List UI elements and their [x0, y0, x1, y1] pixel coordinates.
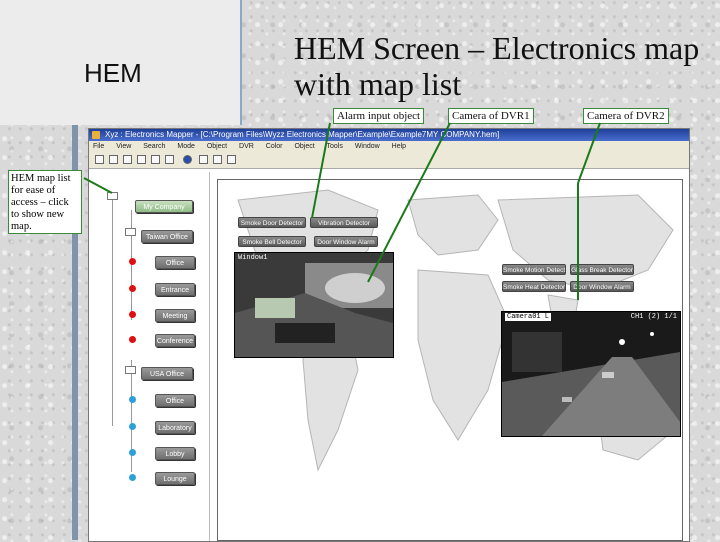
zoom-in-icon[interactable] [199, 155, 208, 164]
menu-help[interactable]: Help [392, 143, 406, 150]
tree-item-lounge[interactable]: Lounge [155, 472, 195, 485]
smoke-heat-detector-button[interactable]: Smoke Heat Detector [502, 281, 566, 292]
camera-status-icon [129, 423, 136, 430]
tree-item-meeting[interactable]: Meeting [155, 309, 195, 322]
tree-line [112, 346, 113, 426]
tree-item-lobby[interactable]: Lobby [155, 447, 195, 460]
menu-view[interactable]: View [116, 143, 131, 150]
tree-item-usa-office-office[interactable]: Office [155, 394, 195, 407]
camera-status-icon [129, 396, 136, 403]
tree-item-my-company[interactable]: My Company [135, 200, 193, 213]
print-icon[interactable] [137, 155, 146, 164]
tree-item-entrance[interactable]: Entrance [155, 283, 195, 296]
tree-item-conference[interactable]: Conference [155, 334, 195, 347]
folder-icon [125, 366, 136, 374]
menu-color[interactable]: Color [266, 143, 283, 150]
camera-dvr2-label: Camera01 L [505, 313, 552, 321]
app-icon [92, 131, 100, 139]
world-map-canvas[interactable]: Smoke Door Detector Vibration Detector S… [217, 179, 683, 541]
menu-object-2[interactable]: Object [294, 143, 314, 150]
camera-dvr1-image [235, 253, 393, 357]
alarm-status-icon [129, 285, 136, 292]
map-list-tree: My Company Taiwan Office Office Entrance… [89, 172, 210, 541]
camera-dvr2-image [502, 312, 680, 436]
window-title: Xyz : Electronics Mapper - [C:\Program F… [105, 130, 500, 139]
tree-item-taiwan-office-office[interactable]: Office [155, 256, 195, 269]
glass-break-detector-button[interactable]: Glass Break Detector [570, 264, 634, 275]
tree-item-laboratory[interactable]: Laboratory [155, 421, 195, 434]
tree-item-taiwan-office[interactable]: Taiwan Office [141, 230, 193, 243]
alarm-status-icon [129, 258, 136, 265]
camera-dvr1-label: Window1 [238, 254, 268, 262]
menu-bar: File View Search Mode Object DVR Color O… [89, 141, 689, 152]
folder-icon [107, 192, 118, 200]
camera-dvr2-view[interactable]: Camera01 L CH1 (2) 1/1 [501, 311, 681, 437]
callout-camera-dvr2: Camera of DVR2 [583, 108, 669, 124]
callout-alarm: Alarm input object [333, 108, 425, 124]
callout-map-list: HEM map list for ease of access – click … [8, 170, 82, 234]
camera-dvr1-view[interactable]: Window1 [234, 252, 394, 358]
cut-icon[interactable] [151, 155, 160, 164]
copy-icon[interactable] [165, 155, 174, 164]
app-body: My Company Taiwan Office Office Entrance… [89, 168, 689, 541]
menu-search[interactable]: Search [143, 143, 165, 150]
window-titlebar: Xyz : Electronics Mapper - [C:\Program F… [89, 129, 689, 141]
toolbar [89, 152, 689, 169]
open-icon[interactable] [109, 155, 118, 164]
smoke-motion-detector-button[interactable]: Smoke Motion Detector [502, 264, 566, 275]
camera-status-icon [129, 474, 136, 481]
menu-window[interactable]: Window [355, 143, 380, 150]
tree-item-usa-office[interactable]: USA Office [141, 367, 193, 380]
menu-dvr[interactable]: DVR [239, 143, 254, 150]
slide-title-line2: with map list [294, 66, 462, 102]
camera-dvr2-channel: CH1 (2) 1/1 [630, 313, 677, 321]
smoke-bell-detector-button[interactable]: Smoke Bell Detector [238, 236, 306, 247]
slide-title: HEM Screen – Electronics map with map li… [294, 30, 714, 102]
run-mode-icon[interactable] [183, 155, 192, 164]
door-window-alarm-button-2[interactable]: Door Window Alarm [570, 281, 634, 292]
save-icon[interactable] [123, 155, 132, 164]
vibration-detector-button[interactable]: Vibration Detector [310, 217, 378, 228]
menu-file[interactable]: File [93, 143, 104, 150]
smoke-door-detector-button[interactable]: Smoke Door Detector [238, 217, 306, 228]
zoom-out-icon[interactable] [213, 155, 222, 164]
tree-line [131, 210, 132, 320]
alarm-status-icon [129, 311, 136, 318]
menu-mode[interactable]: Mode [177, 143, 195, 150]
slide-side-label: HEM [84, 58, 142, 88]
alarm-status-icon [129, 336, 136, 343]
camera-status-icon [129, 449, 136, 456]
new-icon[interactable] [95, 155, 104, 164]
menu-tools[interactable]: Tools [327, 143, 343, 150]
callout-camera-dvr1: Camera of DVR1 [448, 108, 534, 124]
menu-object[interactable]: Object [207, 143, 227, 150]
folder-icon [125, 228, 136, 236]
slide-title-line1: HEM Screen – Electronics map [294, 30, 700, 66]
tree-line [112, 196, 113, 346]
electronics-mapper-window: Xyz : Electronics Mapper - [C:\Program F… [88, 128, 690, 542]
grid-icon[interactable] [227, 155, 236, 164]
door-window-alarm-button-1[interactable]: Door Window Alarm [314, 236, 378, 247]
